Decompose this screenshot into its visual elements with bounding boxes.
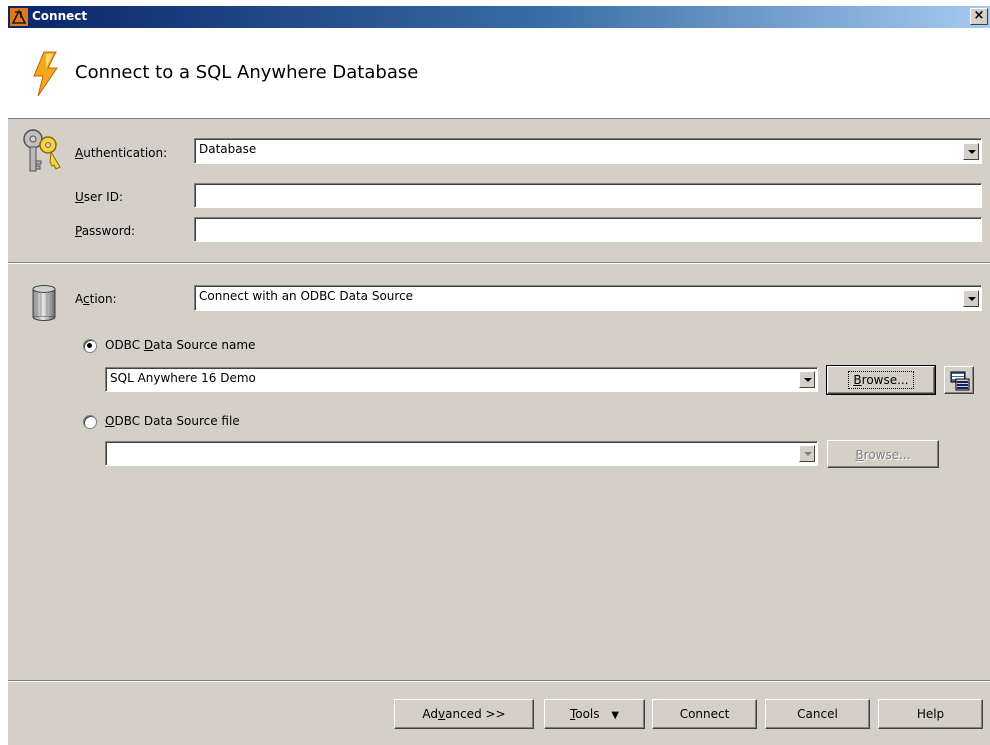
odbc-file-radio[interactable] — [83, 415, 97, 429]
keys-icon — [23, 129, 61, 172]
action-label: Action: — [75, 292, 117, 306]
odbc-file-label[interactable]: ODBC Data Source file — [105, 414, 240, 428]
odbc-name-combobox[interactable]: SQL Anywhere 16 Demo — [105, 367, 818, 392]
help-button[interactable]: Help — [878, 699, 983, 729]
cancel-button[interactable]: Cancel — [765, 699, 870, 729]
odbc-name-radio[interactable] — [83, 339, 97, 353]
connect-dialog: Connect × Connect to a SQL Anywhere Data… — [8, 6, 990, 745]
close-button[interactable]: × — [970, 8, 988, 25]
header-band: Connect to a SQL Anywhere Database — [8, 28, 990, 119]
odbc-admin-button[interactable] — [944, 366, 974, 394]
footer-divider — [8, 680, 990, 682]
tools-button[interactable]: Tools ▼ — [544, 699, 645, 729]
odbc-name-label[interactable]: ODBC Data Source name — [105, 338, 255, 352]
browse-dsn-button[interactable]: Browse... — [826, 365, 936, 395]
chevron-down-icon: ▼ — [611, 710, 620, 721]
userid-label: User ID: — [75, 190, 124, 204]
database-cylinder-icon — [32, 285, 56, 321]
dropdown-arrow-icon[interactable] — [963, 143, 979, 160]
radio-selected-dot — [87, 343, 92, 348]
browse-file-button[interactable]: Browse... — [827, 440, 939, 468]
dropdown-arrow-icon[interactable] — [963, 290, 979, 307]
dropdown-arrow-icon[interactable] — [799, 371, 815, 388]
authentication-select[interactable]: Database — [194, 138, 982, 164]
authentication-label: Authentication: — [75, 146, 168, 160]
connect-button[interactable]: Connect — [652, 699, 757, 729]
advanced-button[interactable]: Advanced >> — [394, 699, 534, 729]
odbc-admin-icon — [950, 371, 970, 391]
password-input[interactable] — [194, 217, 982, 242]
page-title: Connect to a SQL Anywhere Database — [75, 62, 419, 83]
window-title: Connect — [32, 9, 88, 23]
password-label: Password: — [75, 224, 136, 238]
action-select[interactable]: Connect with an ODBC Data Source — [194, 285, 982, 311]
title-bar[interactable]: Connect × — [8, 6, 990, 28]
lightning-bolt-icon — [33, 51, 58, 97]
dropdown-arrow-icon[interactable] — [799, 445, 815, 462]
userid-input[interactable] — [194, 183, 982, 208]
odbc-file-combobox[interactable] — [105, 441, 818, 466]
app-icon — [10, 8, 28, 26]
section-divider — [8, 262, 990, 264]
